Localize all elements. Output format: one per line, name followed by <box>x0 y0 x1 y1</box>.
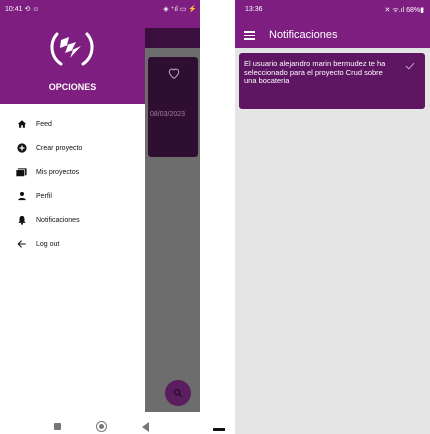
notification-card[interactable]: El usuario alejandro marin bermudez te h… <box>239 53 425 109</box>
fab-button[interactable] <box>165 380 191 406</box>
system-navigation-bar <box>0 412 200 434</box>
add-circle-icon <box>16 143 27 154</box>
menu-item-mis-proyectos[interactable]: Mis proyectos <box>0 160 145 184</box>
person-icon <box>16 191 27 202</box>
home-icon <box>16 119 27 130</box>
menu-item-label: Perfil <box>36 192 52 200</box>
menu-item-feed[interactable]: Feed <box>0 112 145 136</box>
project-date: 08/03/2023 <box>150 111 186 118</box>
menu-item-perfil[interactable]: Perfil <box>0 184 145 208</box>
navigation-drawer: 10:41 ⟲ ☺ ◈ ⁺ıl ▭ ⚡ OPCIONES Feed Crear … <box>0 0 197 412</box>
drawer-menu: Feed Crear proyecto Mis proyectos Perfil… <box>0 112 145 256</box>
heart-icon <box>168 68 180 79</box>
background-scrim[interactable]: 08/03/2023 <box>145 0 200 412</box>
menu-item-notificaciones[interactable]: Notificaciones <box>0 208 145 232</box>
search-icon <box>174 389 183 398</box>
status-time: 13:36 <box>245 6 263 13</box>
menu-item-label: Feed <box>36 120 52 128</box>
arrow-back-icon <box>16 239 27 250</box>
top-app-bar: 13:36 ✕ ᯤ.ıl 68%▮ Notificaciones <box>235 0 430 48</box>
left-phone-screen: 08/03/2023 10:41 ⟲ ☺ ◈ ⁺ıl ▭ ⚡ OPCIONES … <box>0 0 200 434</box>
recents-button[interactable] <box>54 423 61 430</box>
home-button[interactable] <box>96 421 107 432</box>
status-icons-right: ◈ ⁺ıl ▭ ⚡ <box>163 6 197 13</box>
status-time: 10:41 ⟲ ☺ <box>5 5 39 13</box>
menu-item-label: Notificaciones <box>36 216 80 224</box>
back-button[interactable] <box>142 422 149 432</box>
folder-icon <box>16 167 27 178</box>
page-title: Notificaciones <box>269 29 338 41</box>
menu-icon[interactable] <box>244 31 255 40</box>
check-icon[interactable] <box>405 62 415 70</box>
right-phone-screen: 13:36 ✕ ᯤ.ıl 68%▮ Notificaciones El usua… <box>235 0 430 434</box>
drawer-header: 10:41 ⟲ ☺ ◈ ⁺ıl ▭ ⚡ OPCIONES <box>0 0 197 104</box>
drawer-title: OPCIONES <box>48 82 97 92</box>
menu-item-label: Mis proyectos <box>36 168 80 176</box>
menu-item-crear-proyecto[interactable]: Crear proyecto <box>0 136 145 160</box>
status-time-text: 10:41 <box>5 6 23 13</box>
home-dot-icon <box>99 424 104 429</box>
status-icons-left: ⟲ ☺ <box>24 6 40 13</box>
notification-text: El usuario alejandro marin bermudez te h… <box>244 59 386 85</box>
status-icons-right: ✕ ᯤ.ıl 68%▮ <box>384 7 424 14</box>
menu-item-label: Crear proyecto <box>36 144 83 152</box>
bell-icon <box>16 215 27 226</box>
menu-item-log-out[interactable]: Log out <box>0 232 145 256</box>
screenshot-root: 08/03/2023 10:41 ⟲ ☺ ◈ ⁺ıl ▭ ⚡ OPCIONES … <box>0 0 430 434</box>
menu-item-label: Log out <box>36 240 60 248</box>
gesture-handle <box>213 428 225 431</box>
background-project-card: 08/03/2023 <box>148 57 198 157</box>
app-logo-icon <box>50 32 94 66</box>
